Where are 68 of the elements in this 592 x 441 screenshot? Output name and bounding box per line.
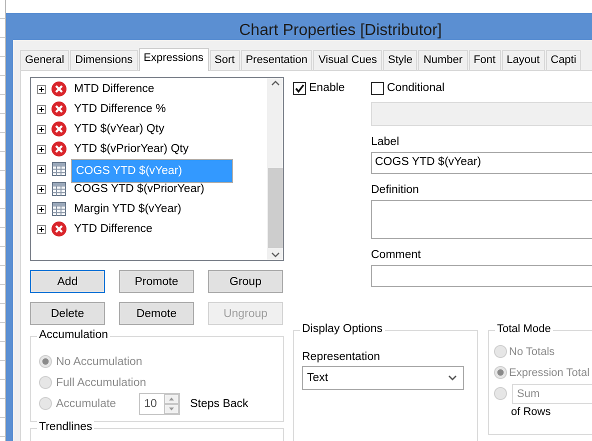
chevron-down-icon [448, 375, 457, 381]
tab[interactable]: Style [382, 50, 418, 70]
checkbox[interactable] [371, 82, 384, 94]
checkbox-label: Conditional [387, 82, 445, 94]
tab[interactable]: Visual Cues [313, 50, 382, 70]
scroll-up-icon[interactable] [270, 80, 280, 86]
radio-label: No Totals [509, 346, 555, 358]
of-rows-label: of Rows [511, 406, 552, 418]
checkbox[interactable] [293, 82, 306, 94]
steps-label: Steps Back [190, 398, 248, 410]
table-icon [52, 182, 66, 196]
expand-icon[interactable] [37, 124, 46, 134]
tree-item[interactable]: MTD Difference [71, 81, 158, 97]
tree-item[interactable]: YTD Difference [71, 221, 156, 237]
expand-icon[interactable] [37, 144, 46, 154]
tab[interactable]: Capti [546, 50, 582, 70]
expand-icon[interactable] [37, 164, 46, 174]
error-icon [50, 121, 66, 137]
radio-label: Accumulate [56, 398, 116, 410]
expand-icon[interactable] [37, 224, 46, 234]
group-title: Accumulation [37, 329, 110, 341]
tree-item[interactable]: YTD $(vPriorYear) Qty [71, 141, 192, 157]
dialog-button[interactable]: Group [208, 270, 283, 293]
dialog-button[interactable]: Add [30, 270, 105, 293]
tab[interactable]: Font [468, 50, 501, 70]
tab[interactable]: Presentation [240, 50, 312, 70]
tree-item[interactable]: COGS YTD $(vPriorYear) [71, 181, 208, 197]
checkbox-label: Enable [309, 82, 345, 94]
tab[interactable]: Expressions [138, 48, 209, 71]
expand-icon[interactable] [37, 84, 46, 94]
table-icon [52, 162, 66, 176]
scrollbar[interactable] [267, 78, 283, 260]
expression-list[interactable]: MTD Difference YTD Difference % YTD $(vYear) Qty YTD $(vPriorYear) Qty COGS YTD $(vYear) COGS YTD $(vPriorYear) Margin YTD $(vYear) YTD Difference [30, 77, 284, 261]
group-title: Total Mode [495, 323, 553, 335]
expand-icon[interactable] [37, 104, 46, 114]
radio-label: Expression Total [509, 366, 590, 378]
field-caption: Representation [302, 351, 380, 363]
tree-item[interactable]: YTD $(vYear) Qty [71, 121, 168, 137]
representation-dropdown[interactable]: Text [302, 366, 464, 390]
tab[interactable]: Layout [502, 50, 545, 70]
field-caption: Definition [371, 184, 420, 197]
group-title: Trendlines [37, 421, 94, 433]
expand-icon[interactable] [37, 184, 46, 194]
dialog-button[interactable]: Promote [119, 270, 194, 293]
tree-item[interactable]: Margin YTD $(vYear) [71, 201, 184, 217]
radio-label: No Accumulation [56, 356, 142, 368]
tab[interactable]: Dimensions [70, 50, 138, 70]
dialog-button[interactable]: Delete [30, 302, 105, 325]
table-icon [52, 202, 66, 216]
field-caption: Label [371, 136, 400, 149]
definition-field[interactable] [371, 200, 592, 239]
error-icon [50, 101, 66, 117]
label-field[interactable]: COGS YTD $(vYear) [371, 152, 592, 174]
field-caption: Comment [371, 249, 422, 262]
error-icon [50, 221, 66, 237]
tab[interactable]: Number [418, 50, 468, 70]
dialog-button[interactable]: Demote [119, 302, 194, 325]
tab[interactable]: General [20, 50, 70, 70]
radio-label: Full Accumulation [56, 376, 146, 388]
error-icon [50, 81, 66, 97]
error-icon [50, 141, 66, 157]
window-title: Chart Properties [Distributor] [239, 22, 442, 40]
tree-item[interactable]: YTD Difference % [71, 101, 169, 117]
scroll-down-icon[interactable] [270, 252, 280, 258]
expand-icon[interactable] [37, 204, 46, 214]
group-title: Display Options [300, 323, 385, 335]
comment-field[interactable] [371, 265, 592, 287]
tab[interactable]: Sort [210, 50, 240, 70]
